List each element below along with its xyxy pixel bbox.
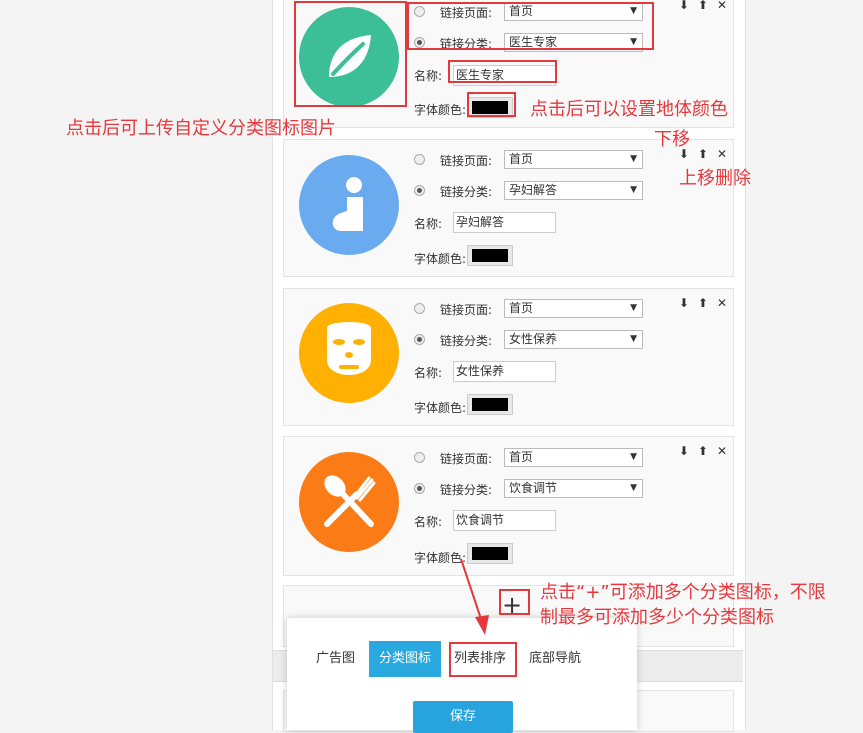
- annotation-add-line1: 点击“+”可添加多个分类图标，不限: [540, 582, 826, 603]
- select-link-category-4[interactable]: 饮食调节 ▼: [504, 479, 643, 498]
- category-card-4: ⬇ ⬆ ✕ 链接页面: 首页 ▼ 链接分类: 饮食调节 ▼ 名称: 饮食调节 字体颜…: [283, 436, 734, 576]
- label-name-1: 名称:: [414, 69, 443, 83]
- chevron-down-icon: ▼: [630, 452, 637, 462]
- close-icon[interactable]: ✕: [717, 445, 727, 457]
- arrow-up-icon[interactable]: ⬆: [698, 0, 708, 11]
- category-icon-upload-2[interactable]: [299, 155, 399, 255]
- select-value: 首页: [509, 301, 534, 315]
- highlight-icon: [294, 1, 407, 107]
- label-name-3: 名称:: [414, 366, 443, 380]
- card-controls-3: ⬇ ⬆ ✕: [679, 297, 727, 309]
- select-link-category-3[interactable]: 女性保养 ▼: [504, 330, 643, 349]
- chevron-down-icon: ▼: [630, 154, 637, 164]
- name-input-4[interactable]: 饮食调节: [453, 510, 556, 531]
- label-link-category-3: 链接分类:: [440, 334, 493, 348]
- highlight-color-picker: [467, 92, 516, 117]
- chevron-down-icon: ▼: [630, 303, 637, 313]
- arrow-down-icon[interactable]: ⬇: [679, 445, 689, 457]
- save-button[interactable]: 保存: [413, 701, 513, 733]
- tab-ad-image[interactable]: 广告图: [316, 641, 355, 677]
- close-icon[interactable]: ✕: [717, 297, 727, 309]
- arrow-down-icon[interactable]: ⬇: [679, 0, 689, 11]
- select-value: 首页: [509, 450, 534, 464]
- category-card-3: ⬇ ⬆ ✕ 链接页面: 首页 ▼ 链接分类: 女性保养 ▼ 名称: 女性保养 字体颜…: [283, 288, 734, 426]
- font-color-picker-2[interactable]: [467, 245, 513, 266]
- face-mask-icon: [327, 322, 371, 375]
- label-font-color-2: 字体颜色:: [414, 252, 467, 266]
- select-value: 首页: [509, 152, 534, 166]
- name-input-2[interactable]: 孕妇解答: [453, 212, 556, 233]
- label-name-4: 名称:: [414, 515, 443, 529]
- label-name-2: 名称:: [414, 217, 443, 231]
- category-card-2: ⬇ ⬆ ✕ 链接页面: 首页 ▼ 链接分类: 孕妇解答 ▼ 名称: 孕妇解答 字体颜…: [283, 139, 734, 277]
- arrow-up-icon[interactable]: ⬆: [698, 297, 708, 309]
- select-link-page-3[interactable]: 首页 ▼: [504, 299, 643, 318]
- arrow-up-icon[interactable]: ⬆: [698, 445, 708, 457]
- tab-bottom-nav[interactable]: 底部导航: [529, 641, 581, 677]
- chevron-down-icon: ▼: [630, 334, 637, 344]
- label-link-category-4: 链接分类:: [440, 483, 493, 497]
- annotation-upload-icon: 点击后可上传自定义分类图标图片: [66, 118, 336, 139]
- chevron-down-icon: ▼: [630, 185, 637, 195]
- card-controls-4: ⬇ ⬆ ✕: [679, 445, 727, 457]
- select-link-page-4[interactable]: 首页 ▼: [504, 448, 643, 467]
- tab-category-icons[interactable]: 分类图标: [369, 641, 442, 677]
- close-icon[interactable]: ✕: [717, 0, 727, 11]
- font-color-picker-3[interactable]: [467, 394, 513, 415]
- arrow-up-icon[interactable]: ⬆: [698, 148, 708, 160]
- card-controls-1: ⬇ ⬆ ✕: [679, 0, 727, 11]
- annotation-set-color: 点击后可以设置地体颜色: [530, 99, 728, 120]
- label-link-page-4: 链接页面:: [440, 452, 493, 466]
- annotation-move-down: 下移: [654, 129, 690, 150]
- annotation-move-up-delete: 上移删除: [679, 168, 751, 189]
- color-swatch: [472, 398, 508, 411]
- radio-link-page-3[interactable]: [414, 303, 425, 314]
- select-link-category-2[interactable]: 孕妇解答 ▼: [504, 181, 643, 200]
- fork-spoon-icon: [324, 475, 376, 527]
- select-value: 孕妇解答: [509, 183, 558, 197]
- annotation-arrow: [460, 558, 489, 635]
- label-font-color-3: 字体颜色:: [414, 401, 467, 415]
- category-icon-upload-4[interactable]: [299, 452, 399, 552]
- radio-link-category-4[interactable]: [414, 483, 425, 494]
- select-value: 女性保养: [509, 332, 558, 346]
- highlight-link-selects: [407, 2, 654, 50]
- label-link-page-2: 链接页面:: [440, 154, 493, 168]
- category-icon-upload-3[interactable]: [299, 303, 399, 403]
- arrow-down-icon[interactable]: ⬇: [679, 297, 689, 309]
- label-font-color-1: 字体颜色:: [414, 103, 467, 117]
- pregnant-woman-icon: [332, 177, 363, 231]
- name-input-3[interactable]: 女性保养: [453, 361, 556, 382]
- label-link-page-3: 链接页面:: [440, 303, 493, 317]
- highlight-add-button: [499, 589, 530, 615]
- label-link-category-2: 链接分类:: [440, 185, 493, 199]
- select-link-page-2[interactable]: 首页 ▼: [504, 150, 643, 169]
- highlight-name-input: [448, 60, 557, 83]
- radio-link-category-3[interactable]: [414, 334, 425, 345]
- radio-link-page-2[interactable]: [414, 154, 425, 165]
- select-value: 饮食调节: [509, 481, 558, 495]
- color-swatch: [472, 249, 508, 262]
- close-icon[interactable]: ✕: [717, 148, 727, 160]
- radio-link-category-2[interactable]: [414, 185, 425, 196]
- annotation-add-line2: 制最多可添加多少个分类图标: [540, 607, 774, 628]
- chevron-down-icon: ▼: [630, 483, 637, 493]
- highlight-list-sort-tab: [449, 642, 517, 677]
- radio-link-page-4[interactable]: [414, 452, 425, 463]
